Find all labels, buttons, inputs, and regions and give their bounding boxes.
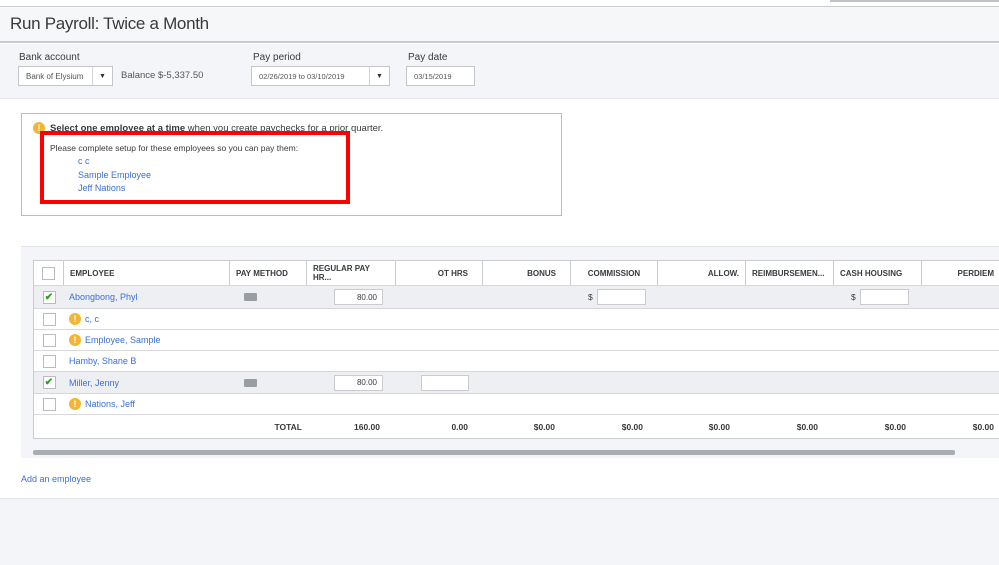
employee-cell: ! Nations, Jeff <box>69 394 229 414</box>
select-all-checkbox[interactable] <box>42 266 55 280</box>
row-checkbox-cell <box>34 330 64 350</box>
employee-name-link[interactable]: Nations, Jeff <box>85 399 135 409</box>
total-commission: $0.00 <box>621 422 643 432</box>
total-label: TOTAL <box>274 422 302 432</box>
pay-date-label: Pay date <box>408 52 448 63</box>
total-bonus: $0.00 <box>533 422 555 432</box>
pay-method-cell <box>244 372 264 393</box>
table-row: ! c, c <box>34 309 999 330</box>
footer-area <box>0 498 999 565</box>
commission-input[interactable] <box>596 289 646 305</box>
table-header-row: EMPLOYEE PAY METHOD REGULAR PAY HR... OT… <box>34 261 999 286</box>
row-checkbox[interactable]: ✔ <box>42 290 56 304</box>
row-checkbox[interactable] <box>42 333 56 347</box>
total-cash-housing: $0.00 <box>884 422 906 432</box>
ot-hours-input[interactable] <box>421 374 469 391</box>
header-allow[interactable]: ALLOW. <box>658 261 746 285</box>
chevron-down-icon: ▼ <box>92 67 112 85</box>
total-ot: 0.00 <box>451 422 468 432</box>
total-allow: $0.00 <box>708 422 730 432</box>
row-checkbox-cell: ✔ <box>34 286 64 308</box>
employee-name-link[interactable]: Abongbong, Phyl <box>69 292 138 302</box>
header-pay-method[interactable]: PAY METHOD <box>230 261 307 285</box>
bank-balance: Balance $-5,337.50 <box>121 70 204 81</box>
pay-period-select[interactable]: 02/26/2019 to 03/10/2019 ▼ <box>251 66 390 86</box>
pay-date-value: 03/15/2019 <box>414 71 452 81</box>
employee-cell: Miller, Jenny <box>69 372 229 393</box>
row-checkbox-cell <box>34 351 64 371</box>
currency-symbol: $ <box>851 292 856 302</box>
header-ot-hrs[interactable]: OT HRS <box>396 261 483 285</box>
header-reimbursement[interactable]: REIMBURSEMEN... <box>746 261 834 285</box>
table-row: ! Employee, Sample <box>34 330 999 351</box>
header-bonus[interactable]: BONUS <box>483 261 571 285</box>
table-row: ✔ Miller, Jenny 80.00 <box>34 372 999 394</box>
commission-cell: $ <box>588 286 648 308</box>
warning-icon: ! <box>69 313 81 325</box>
total-perdiem: $0.00 <box>972 422 994 432</box>
bank-account-value: Bank of Elysium <box>26 71 84 81</box>
payroll-table: EMPLOYEE PAY METHOD REGULAR PAY HR... OT… <box>33 260 999 439</box>
add-employee-link[interactable]: Add an employee <box>21 474 91 484</box>
regular-hours-cell: 80.00 <box>334 286 383 308</box>
header-employee[interactable]: EMPLOYEE <box>64 261 230 285</box>
employee-cell: ! Employee, Sample <box>69 330 229 350</box>
ot-hours-cell <box>421 372 470 393</box>
table-row: Hamby, Shane B <box>34 351 999 372</box>
employee-name-link[interactable]: Hamby, Shane B <box>69 356 136 366</box>
row-checkbox[interactable] <box>42 397 56 411</box>
bank-account-select[interactable]: Bank of Elysium ▼ <box>18 66 113 86</box>
employee-name-link[interactable]: c, c <box>85 314 99 324</box>
pay-date-input[interactable]: 03/15/2019 <box>406 66 475 86</box>
regular-hours-input[interactable]: 80.00 <box>334 374 383 391</box>
header-perdiem[interactable]: PERDIEM <box>922 261 999 285</box>
total-regular: 160.00 <box>354 422 380 432</box>
header-regular-pay-hrs[interactable]: REGULAR PAY HR... <box>307 261 396 285</box>
row-checkbox-cell: ✔ <box>34 372 64 393</box>
employee-cell: ! c, c <box>69 309 229 329</box>
warning-icon: ! <box>69 398 81 410</box>
warning-icon: ! <box>69 334 81 346</box>
header-commission[interactable]: COMMISSION <box>571 261 658 285</box>
bank-account-label: Bank account <box>19 52 80 63</box>
employee-name-link[interactable]: Employee, Sample <box>85 335 161 345</box>
employee-name-link[interactable]: Miller, Jenny <box>69 378 119 388</box>
regular-hours-input[interactable]: 80.00 <box>334 289 383 305</box>
page-title: Run Payroll: Twice a Month <box>10 14 209 33</box>
row-checkbox[interactable]: ✔ <box>42 376 56 389</box>
horizontal-scrollbar[interactable] <box>33 450 955 455</box>
highlight-box <box>40 131 350 204</box>
cash-housing-cell: $ <box>851 286 911 308</box>
pay-period-value: 02/26/2019 to 03/10/2019 <box>259 71 345 81</box>
employee-cell: Hamby, Shane B <box>69 351 229 371</box>
chevron-down-icon: ▼ <box>369 67 389 85</box>
total-reimbursement: $0.00 <box>796 422 818 432</box>
direct-deposit-icon[interactable] <box>244 378 257 387</box>
table-row: ✔ Abongbong, Phyl 80.00 $ $ <box>34 286 999 309</box>
row-checkbox[interactable] <box>42 354 56 368</box>
currency-symbol: $ <box>588 292 593 302</box>
pay-method-cell <box>244 286 264 308</box>
direct-deposit-icon[interactable] <box>244 293 257 301</box>
employee-cell: Abongbong, Phyl <box>69 286 229 308</box>
table-row: ! Nations, Jeff <box>34 394 999 415</box>
pay-period-label: Pay period <box>253 52 301 63</box>
header-cash-housing[interactable]: CASH HOUSING <box>834 261 922 285</box>
total-row: TOTAL 160.00 0.00 $0.00 $0.00 $0.00 $0.0… <box>34 415 999 439</box>
cash-housing-input[interactable] <box>859 289 909 305</box>
regular-hours-cell: 80.00 <box>334 372 383 393</box>
top-divider <box>830 0 999 2</box>
row-checkbox-cell <box>34 309 64 329</box>
header-checkbox-cell <box>34 261 64 285</box>
row-checkbox[interactable] <box>42 312 56 326</box>
row-checkbox-cell <box>34 394 64 414</box>
